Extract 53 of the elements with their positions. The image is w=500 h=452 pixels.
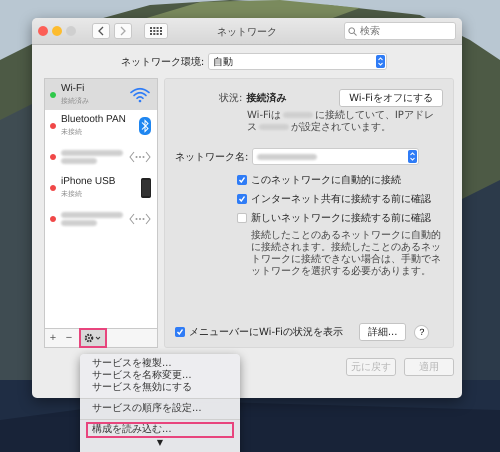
service-name: Bluetooth PAN — [61, 114, 126, 125]
window-title: ネットワーク — [217, 26, 277, 39]
menu-item[interactable]: サービスを名称変更... — [84, 370, 236, 382]
show-all-button[interactable] — [144, 23, 168, 39]
search-field[interactable]: 検索 — [344, 22, 456, 40]
checkbox[interactable] — [237, 213, 247, 223]
menu-item[interactable]: サービスの順序を設定... — [84, 403, 236, 415]
blurred-text — [61, 220, 97, 226]
stepper-icon — [408, 150, 418, 163]
close-button[interactable] — [38, 26, 48, 36]
add-button[interactable]: + — [45, 330, 61, 346]
location-label: ネットワーク環境: — [120, 56, 204, 68]
checkbox[interactable] — [237, 175, 247, 185]
search-icon — [348, 26, 357, 36]
ethernet-icon — [129, 150, 151, 162]
checkbox-label: インターネット共有に接続する前に確認 — [251, 192, 431, 206]
status-description: Wi-Fiは に接続していて、IPアドレス が設定されています。 — [247, 110, 435, 134]
chevron-right-icon — [120, 26, 126, 36]
phone-icon — [141, 178, 151, 198]
status-value: 接続済み — [246, 91, 286, 105]
back-button[interactable] — [92, 23, 110, 39]
ethernet-icon — [129, 212, 151, 224]
blurred-text — [61, 150, 123, 156]
checkbox[interactable] — [237, 194, 247, 204]
advanced-button[interactable]: 詳細... — [358, 323, 406, 341]
network-name-label: ネットワーク名: — [175, 150, 248, 164]
location-dropdown[interactable]: 自動 — [208, 53, 388, 70]
checkbox-label: メニューバーにWi-Fiの状況を表示 — [189, 326, 343, 339]
service-name: iPhone USB — [61, 176, 116, 187]
help-button[interactable]: ? — [414, 324, 430, 340]
menu-item[interactable]: 構成を読み込む... — [88, 424, 232, 436]
wifi-off-button[interactable]: Wi-Fiをオフにする — [339, 89, 443, 107]
checkbox-label: 新しいネットワークに接続する前に確認 — [251, 212, 431, 225]
action-menu-button[interactable] — [81, 330, 105, 346]
blurred-text — [61, 212, 123, 218]
network-name-dropdown[interactable] — [252, 148, 420, 165]
gear-icon — [84, 333, 102, 343]
checkbox[interactable] — [175, 327, 185, 337]
option-note: 接続したことのあるネットワークに自動的に接続されます。接続したことのあるネットワークに接続できない場合は、手動でネットワークを選択する必要があります。 — [251, 230, 442, 278]
menu-item[interactable]: サービスを複製... — [84, 358, 236, 370]
blurred-text — [61, 158, 97, 164]
checkbox-label: このネットワークに自動的に接続 — [251, 174, 401, 187]
wifi-icon — [129, 86, 151, 102]
service-name: Wi-Fi — [61, 83, 84, 94]
blurred-text — [257, 154, 318, 160]
grid-icon — [150, 27, 162, 35]
menu-item[interactable]: サービスを無効にする — [84, 382, 236, 394]
status-label: 状況: — [219, 92, 242, 105]
scroll-arrow: ▼ — [156, 438, 164, 447]
bluetooth-icon — [139, 116, 151, 134]
chevron-left-icon — [98, 26, 104, 36]
stepper-icon — [376, 55, 386, 68]
remove-button[interactable]: − — [61, 330, 77, 346]
